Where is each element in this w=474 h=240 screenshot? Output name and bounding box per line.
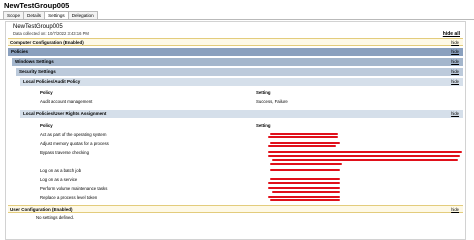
hide-link[interactable]: hide <box>451 68 459 76</box>
section-title: Local Policies/Audit Policy <box>23 79 81 84</box>
hide-link[interactable]: hide <box>451 110 459 118</box>
redaction-mark <box>268 151 462 153</box>
section-windows-settings[interactable]: Windows Settings hide <box>12 58 463 66</box>
hide-all-link[interactable]: hide all <box>443 31 460 37</box>
rights-row-policy: Bypass traverse checking <box>40 150 89 155</box>
redaction-mark <box>268 145 336 147</box>
redaction-mark <box>270 199 340 201</box>
redaction-mark <box>268 136 338 138</box>
report-data-collected: Data collected on: 10/7/2022 3:43:16 PM <box>13 31 89 36</box>
section-user-configuration[interactable]: User Configuration (Enabled) hide <box>8 205 463 213</box>
hide-link[interactable]: hide <box>451 48 459 56</box>
rights-column-setting: Setting <box>256 123 271 128</box>
redaction-mark <box>270 133 338 135</box>
redaction-mark <box>272 191 340 193</box>
hide-link[interactable]: hide <box>451 78 459 86</box>
report-gpo-name: NewTestGroup005 <box>13 24 63 30</box>
redaction-mark <box>270 169 340 171</box>
rights-row-policy: Adjust memory quotas for a process <box>40 141 109 146</box>
audit-column-policy: Policy <box>40 90 53 95</box>
redaction-mark <box>272 159 458 161</box>
audit-row-policy: Audit account management <box>40 99 93 104</box>
section-title: Windows Settings <box>15 59 54 64</box>
section-policies[interactable]: Policies hide <box>8 48 463 56</box>
redaction-mark <box>270 142 340 144</box>
tab-scope[interactable]: Scope <box>3 11 25 19</box>
section-security-settings[interactable]: Security Settings hide <box>16 68 463 76</box>
hide-link[interactable]: hide <box>451 206 459 214</box>
section-title: Computer Configuration (Enabled) <box>10 40 84 45</box>
rights-row-policy: Act as part of the operating system <box>40 132 107 137</box>
hide-link[interactable]: hide <box>451 39 459 47</box>
section-computer-configuration[interactable]: Computer Configuration (Enabled) hide <box>8 38 463 46</box>
section-title: Local Policies/User Rights Assignment <box>23 111 107 116</box>
rights-row-policy: Replace a process level token <box>40 195 98 200</box>
redaction-mark <box>268 182 340 184</box>
redaction-mark <box>270 163 342 165</box>
rights-row-policy: Log on as a batch job <box>40 168 82 173</box>
redaction-mark <box>268 155 460 157</box>
tab-details[interactable]: Details <box>23 11 46 19</box>
tab-strip: Scope Details Settings Delegation <box>3 11 98 20</box>
audit-column-setting: Setting <box>256 90 271 95</box>
tab-delegation[interactable]: Delegation <box>67 11 98 19</box>
rights-column-policy: Policy <box>40 123 53 128</box>
redaction-mark <box>270 178 340 180</box>
rights-row-policy: Perform volume maintenance tasks <box>40 186 108 191</box>
section-user-rights-assignment[interactable]: Local Policies/User Rights Assignment hi… <box>20 110 463 118</box>
user-config-empty-message: No settings defined. <box>36 215 74 220</box>
hide-link[interactable]: hide <box>451 58 459 66</box>
tab-divider <box>0 19 474 20</box>
window-title: NewTestGroup005 <box>4 1 70 10</box>
redaction-mark <box>268 187 340 189</box>
section-audit-policy[interactable]: Local Policies/Audit Policy hide <box>20 78 463 86</box>
section-title: Policies <box>11 49 29 54</box>
section-title: Security Settings <box>19 69 56 74</box>
rights-row-policy: Log on as a service <box>40 177 78 182</box>
settings-report: NewTestGroup005 Data collected on: 10/7/… <box>5 21 466 240</box>
redaction-mark <box>268 196 340 198</box>
section-title: User Configuration (Enabled) <box>10 207 73 212</box>
audit-row-setting: Success, Failure <box>256 99 288 104</box>
